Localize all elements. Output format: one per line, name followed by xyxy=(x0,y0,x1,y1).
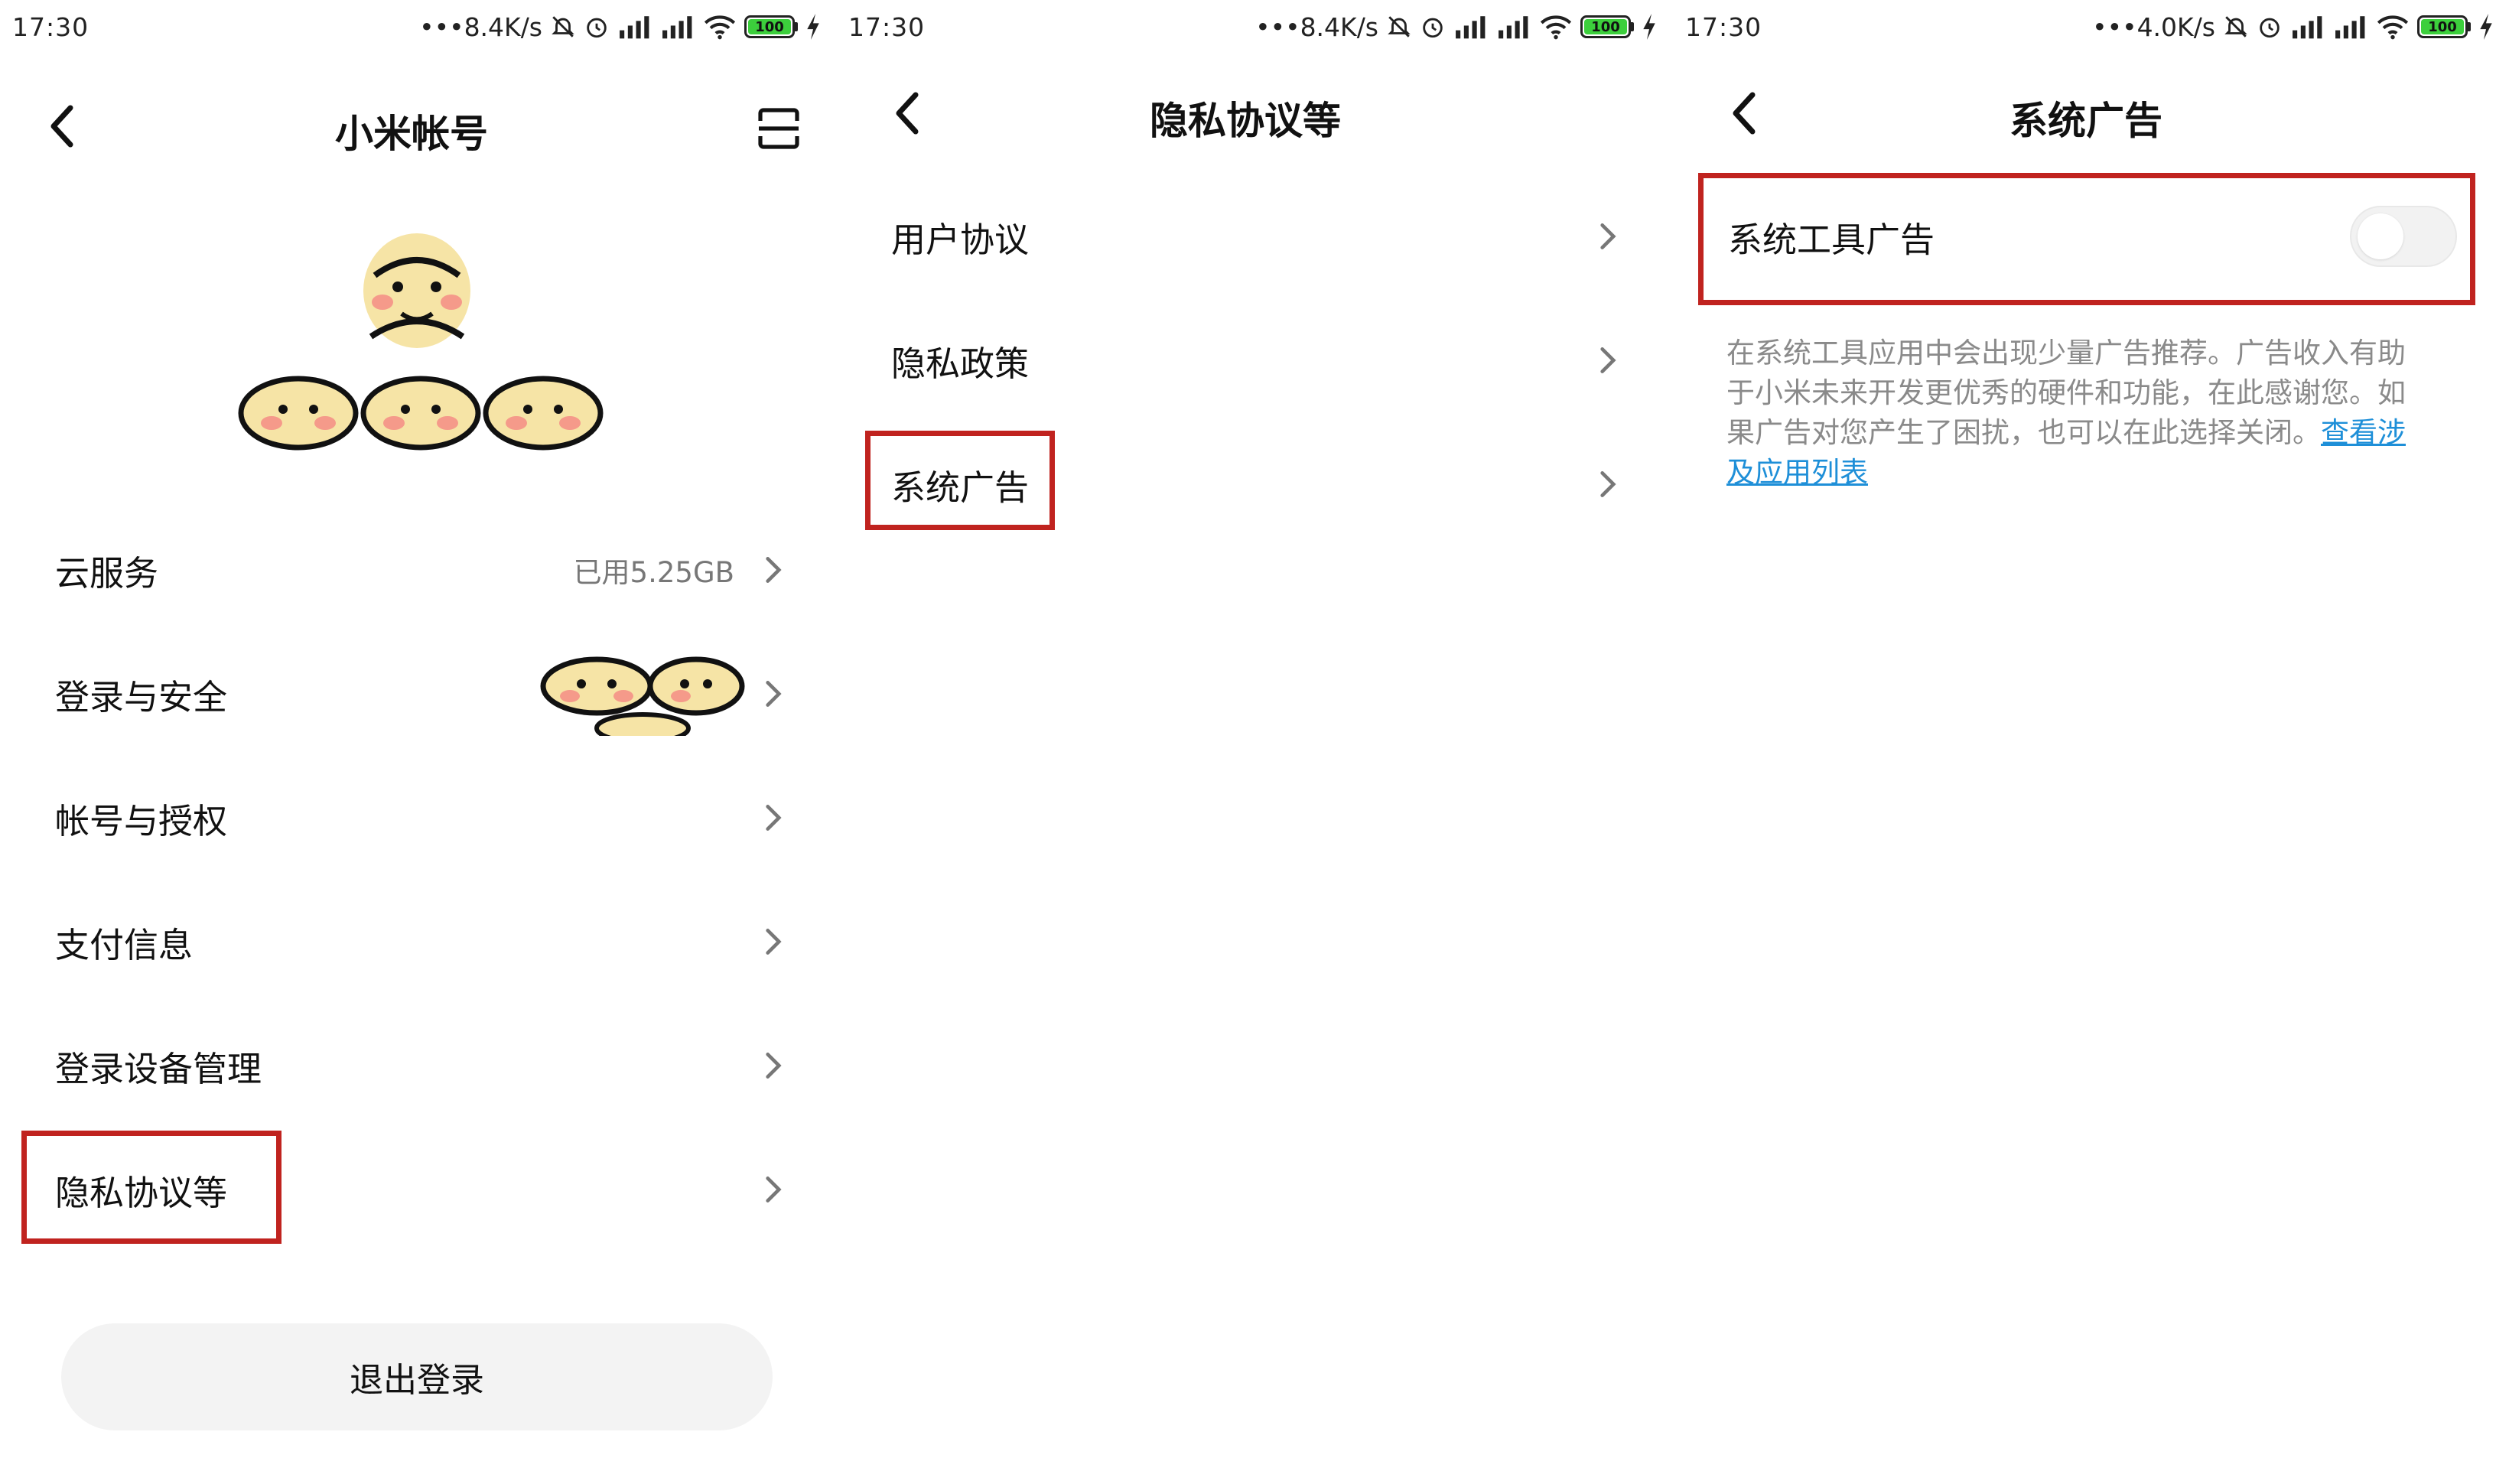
scan-icon[interactable] xyxy=(756,106,802,151)
logout-button[interactable]: 退出登录 xyxy=(61,1323,773,1430)
status-time: 17:30 xyxy=(848,11,926,42)
chevron-right-icon xyxy=(766,1053,782,1079)
signal-icon-2 xyxy=(1499,16,1528,39)
menu-item-payment[interactable]: 支付信息 xyxy=(0,884,836,999)
back-arrow-icon[interactable] xyxy=(1728,90,1759,136)
menu-item-label: 支付信息 xyxy=(55,924,194,965)
menu-item-system-ads[interactable]: 系统广告 xyxy=(836,427,1672,542)
toggle-knob xyxy=(2358,213,2403,259)
alarm-icon xyxy=(2260,18,2280,38)
menu-item-label: 云服务 xyxy=(55,552,159,594)
status-bar: 17:30 •••8.4K/s 100 xyxy=(836,0,1672,54)
charging-icon xyxy=(1643,14,1655,40)
chevron-right-icon xyxy=(1600,471,1616,497)
system-tool-ads-toggle[interactable] xyxy=(2350,206,2457,267)
ads-description: 在系统工具应用中会出现少量广告推荐。广告收入有助于小米未来开发更优秀的硬件和功能… xyxy=(1726,334,2430,493)
menu-item-label: 隐私政策 xyxy=(891,343,1030,384)
sticker-decoration xyxy=(238,376,604,451)
menu-item-label: 登录与安全 xyxy=(55,676,228,718)
signal-icon xyxy=(1456,16,1486,39)
alarm-icon xyxy=(1423,18,1443,38)
mute-bell-icon xyxy=(1388,16,1411,37)
status-bar: 17:30 •••8.4K/s 100 xyxy=(0,0,836,54)
avatar[interactable] xyxy=(360,229,474,352)
battery-icon: 100 xyxy=(1580,15,1634,38)
toggle-label: 系统工具广告 xyxy=(1728,219,1935,260)
network-speed: •••8.4K/s xyxy=(419,11,542,42)
signal-icon-2 xyxy=(662,16,692,39)
menu-item-privacy-policy[interactable]: 隐私政策 xyxy=(836,303,1672,418)
menu-item-label: 帐号与授权 xyxy=(55,800,228,841)
menu-item-label: 隐私协议等 xyxy=(55,1172,228,1213)
menu-item-login-security[interactable]: 登录与安全 xyxy=(0,636,836,751)
status-time: 17:30 xyxy=(1685,11,1762,42)
page-title: 隐私协议等 xyxy=(1150,99,1341,143)
menu-item-account-auth[interactable]: 帐号与授权 xyxy=(0,760,836,875)
menu-item-label: 用户协议 xyxy=(891,219,1030,260)
description-text: 在系统工具应用中会出现少量广告推荐。广告收入有助于小米未来开发更优秀的硬件和功能… xyxy=(1726,337,2406,449)
network-speed: •••8.4K/s xyxy=(1255,11,1378,42)
signal-icon xyxy=(2293,16,2322,39)
chevron-right-icon xyxy=(1600,347,1616,373)
privacy-screen: 17:30 •••8.4K/s 100 隐私协议等 用户协议 隐私政策 系统广告 xyxy=(836,0,1672,1484)
menu-item-label: 系统广告 xyxy=(891,467,1030,508)
page-title: 系统广告 xyxy=(2009,99,2162,143)
alarm-icon xyxy=(587,18,607,38)
signal-icon-2 xyxy=(2335,16,2365,39)
back-arrow-icon[interactable] xyxy=(891,90,922,136)
mute-bell-icon xyxy=(2224,16,2247,37)
chevron-right-icon xyxy=(766,805,782,831)
chevron-right-icon xyxy=(766,681,782,707)
menu-item-user-agreement[interactable]: 用户协议 xyxy=(836,179,1672,294)
status-time: 17:30 xyxy=(12,11,89,42)
menu-item-cloud[interactable]: 云服务 已用5.25GB xyxy=(0,513,836,627)
page-title: 小米帐号 xyxy=(335,112,488,156)
wifi-icon xyxy=(704,15,736,40)
menu-item-label: 登录设备管理 xyxy=(55,1048,262,1089)
chevron-right-icon xyxy=(766,557,782,583)
menu-item-device-management[interactable]: 登录设备管理 xyxy=(0,1008,836,1123)
system-ads-screen: 17:30 •••4.0K/s 100 系统广告 系统工具广告 在系统工具应用中… xyxy=(1673,0,2509,1484)
chevron-right-icon xyxy=(1600,223,1616,249)
back-arrow-icon[interactable] xyxy=(46,103,76,149)
charging-icon xyxy=(2480,14,2492,40)
network-speed: •••4.0K/s xyxy=(2092,11,2215,42)
account-screen: 17:30 •••8.4K/s 100 小米帐号 云服务 已用5.25GB 登录… xyxy=(0,0,836,1484)
chevron-right-icon xyxy=(766,929,782,955)
storage-used-value: 已用5.25GB xyxy=(573,556,734,589)
status-bar: 17:30 •••4.0K/s 100 xyxy=(1673,0,2509,54)
mute-bell-icon xyxy=(552,16,574,37)
wifi-icon xyxy=(2377,15,2409,40)
charging-icon xyxy=(807,14,819,40)
sticker-decoration xyxy=(540,656,745,736)
wifi-icon xyxy=(1540,15,1572,40)
signal-icon xyxy=(620,16,649,39)
battery-icon: 100 xyxy=(2417,15,2471,38)
toggle-row-system-tool-ads[interactable]: 系统工具广告 xyxy=(1673,179,2509,294)
menu-item-privacy[interactable]: 隐私协议等 xyxy=(0,1132,836,1247)
battery-icon: 100 xyxy=(744,15,798,38)
chevron-right-icon xyxy=(766,1176,782,1202)
